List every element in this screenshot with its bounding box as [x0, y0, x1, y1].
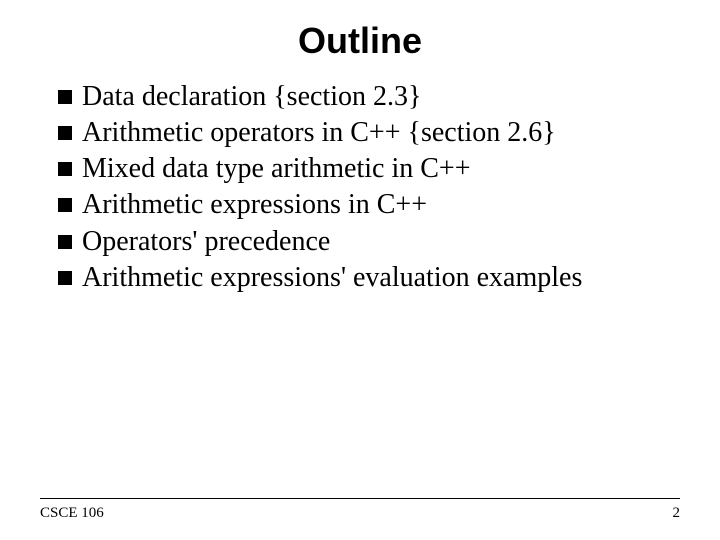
slide-title: Outline	[40, 20, 680, 62]
footer-page-number: 2	[673, 505, 681, 522]
square-bullet-icon	[58, 90, 72, 104]
slide-footer: CSCE 106 2	[40, 498, 680, 522]
bullet-text: Operators' precedence	[82, 226, 330, 257]
square-bullet-icon	[58, 271, 72, 285]
bullet-item: Arithmetic expressions in C++	[58, 188, 670, 222]
bullet-item: Arithmetic expressions' evaluation examp…	[58, 261, 670, 295]
bullet-text: Arithmetic operators in C++ {section 2.6…	[82, 117, 556, 148]
bullet-text: Mixed data type arithmetic in C++	[82, 153, 471, 184]
footer-course: CSCE 106	[40, 505, 104, 522]
bullet-item: Data declaration {section 2.3}	[58, 80, 670, 114]
square-bullet-icon	[58, 235, 72, 249]
bullet-list: Data declaration {section 2.3} Arithmetic…	[40, 80, 680, 540]
bullet-item: Mixed data type arithmetic in C++	[58, 152, 670, 186]
bullet-item: Operators' precedence	[58, 225, 670, 259]
bullet-text: Arithmetic expressions in C++	[82, 189, 427, 220]
square-bullet-icon	[58, 162, 72, 176]
square-bullet-icon	[58, 126, 72, 140]
bullet-item: Arithmetic operators in C++ {section 2.6…	[58, 116, 670, 150]
bullet-text: Arithmetic expressions' evaluation examp…	[82, 262, 582, 293]
square-bullet-icon	[58, 198, 72, 212]
bullet-text: Data declaration {section 2.3}	[82, 81, 421, 112]
slide: Outline Data declaration {section 2.3} Ar…	[0, 0, 720, 540]
